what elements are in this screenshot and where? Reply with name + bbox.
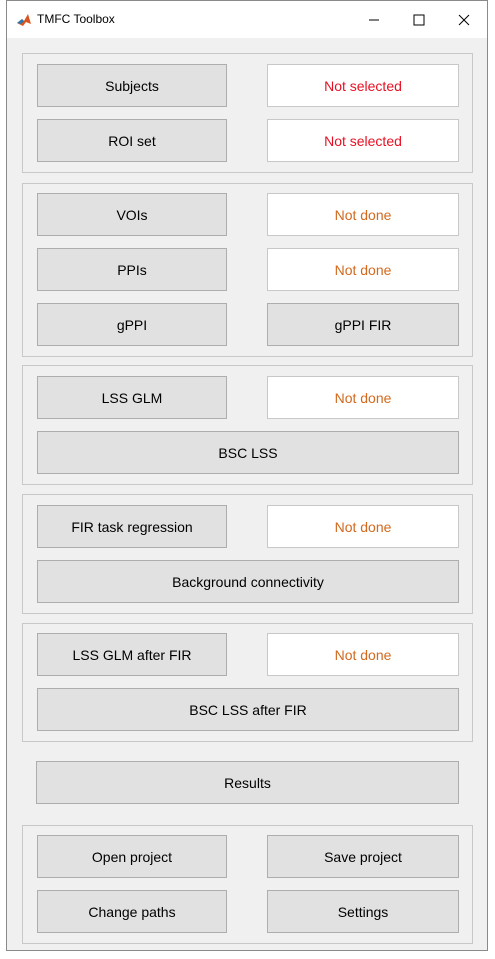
lss-after-fir-panel: LSS GLM after FIR Not done BSC LSS after… bbox=[22, 623, 473, 742]
subjects-button[interactable]: Subjects bbox=[37, 64, 227, 107]
lss-glm-after-fir-button[interactable]: LSS GLM after FIR bbox=[37, 633, 227, 676]
bsc-lss-after-fir-button[interactable]: BSC LSS after FIR bbox=[37, 688, 459, 731]
lss-glm-after-fir-status: Not done bbox=[267, 633, 459, 676]
results-button[interactable]: Results bbox=[36, 761, 459, 804]
subjects-status: Not selected bbox=[267, 64, 459, 107]
matlab-icon bbox=[16, 12, 32, 28]
fir-task-regression-button[interactable]: FIR task regression bbox=[37, 505, 227, 548]
open-project-button[interactable]: Open project bbox=[37, 835, 227, 878]
maximize-button[interactable] bbox=[396, 1, 442, 38]
tmfc-window: TMFC Toolbox Subjects Not selected ROI s… bbox=[6, 0, 488, 951]
selection-panel: Subjects Not selected ROI set Not select… bbox=[22, 53, 473, 173]
maximize-icon bbox=[413, 14, 425, 25]
save-project-button[interactable]: Save project bbox=[267, 835, 459, 878]
lss-glm-status: Not done bbox=[267, 376, 459, 419]
ppi-panel: VOIs Not done PPIs Not done gPPI gPPI FI… bbox=[22, 183, 473, 357]
minimize-icon bbox=[369, 19, 379, 20]
settings-button[interactable]: Settings bbox=[267, 890, 459, 933]
minimize-button[interactable] bbox=[351, 1, 397, 38]
close-icon bbox=[458, 14, 470, 25]
ppis-button[interactable]: PPIs bbox=[37, 248, 227, 291]
title-bar: TMFC Toolbox bbox=[7, 1, 487, 38]
change-paths-button[interactable]: Change paths bbox=[37, 890, 227, 933]
lss-glm-button[interactable]: LSS GLM bbox=[37, 376, 227, 419]
roi-set-button[interactable]: ROI set bbox=[37, 119, 227, 162]
gppi-fir-button[interactable]: gPPI FIR bbox=[267, 303, 459, 346]
ppis-status: Not done bbox=[267, 248, 459, 291]
vois-status: Not done bbox=[267, 193, 459, 236]
background-connectivity-button[interactable]: Background connectivity bbox=[37, 560, 459, 603]
roi-set-status: Not selected bbox=[267, 119, 459, 162]
gppi-button[interactable]: gPPI bbox=[37, 303, 227, 346]
close-button[interactable] bbox=[441, 1, 487, 38]
vois-button[interactable]: VOIs bbox=[37, 193, 227, 236]
bsc-lss-button[interactable]: BSC LSS bbox=[37, 431, 459, 474]
fir-status: Not done bbox=[267, 505, 459, 548]
project-panel: Open project Save project Change paths S… bbox=[22, 825, 473, 944]
fir-panel: FIR task regression Not done Background … bbox=[22, 494, 473, 614]
window-title: TMFC Toolbox bbox=[37, 12, 115, 26]
lss-panel: LSS GLM Not done BSC LSS bbox=[22, 365, 473, 485]
